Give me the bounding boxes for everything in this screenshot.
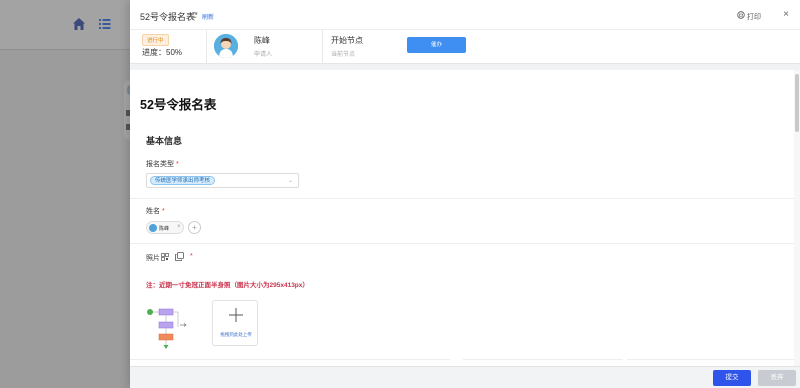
drawer-footer: 提交 丢弃	[130, 366, 800, 388]
add-person-button[interactable]: +	[188, 221, 201, 234]
flowchart-thumbnail-image	[147, 308, 187, 349]
home-icon	[73, 18, 85, 30]
chevron-down-icon: ⌄	[288, 178, 294, 184]
required-mark: *	[190, 253, 193, 260]
divider	[322, 30, 323, 64]
avatar	[214, 34, 238, 58]
person-avatar-icon	[214, 34, 238, 58]
selected-person-tag: 陈峰 ×	[146, 221, 184, 234]
photo-upload-dropzone[interactable]: 拖拽到此处上传	[212, 300, 258, 346]
name-field-label: 姓名 *	[146, 206, 165, 216]
form-drawer: 52号令报名表 刷新 打印 × 进行中 进度：50% 陈峰 申请人 开始节点 当…	[130, 0, 800, 388]
copy-icon[interactable]	[175, 252, 184, 261]
upload-hint: 拖拽到此处上传	[220, 332, 252, 337]
divider	[206, 30, 207, 64]
applicant-name: 陈峰	[254, 36, 270, 45]
field-divider	[130, 198, 794, 199]
submit-button[interactable]: 提交	[713, 370, 751, 386]
person-tag-name: 陈峰	[159, 226, 170, 232]
required-mark: *	[176, 161, 179, 168]
qr-code-icon[interactable]	[161, 253, 169, 261]
required-mark: *	[162, 208, 165, 215]
applicant-label: 申请人	[254, 52, 273, 58]
plus-icon	[229, 308, 243, 322]
field-divider	[130, 243, 794, 244]
status-badge: 进行中	[142, 34, 169, 46]
name-label-text: 姓名	[146, 208, 160, 215]
section-title-basic-info: 基本信息	[146, 136, 183, 146]
print-button[interactable]: 打印	[747, 12, 761, 22]
form-title: 52号令报名表	[140, 98, 217, 112]
close-icon[interactable]: ×	[780, 9, 792, 21]
progress-text: 进度：50%	[142, 48, 183, 57]
print-icon[interactable]	[737, 11, 745, 19]
current-node-name: 开始节点	[331, 36, 363, 45]
field-divider	[627, 359, 794, 360]
photo-field-label: 照片	[146, 255, 160, 262]
type-field-label: 报名类型 *	[146, 159, 179, 169]
urge-button[interactable]: 催办	[407, 37, 466, 53]
field-divider	[463, 359, 623, 360]
refresh-icon[interactable]	[190, 11, 198, 19]
drawer-title: 52号令报名表	[140, 12, 196, 22]
type-select[interactable]: 传统医学师承出师考核 ⌄	[146, 173, 299, 188]
field-divider	[130, 359, 450, 360]
drawer-header: 52号令报名表 刷新 打印 ×	[130, 0, 800, 30]
discard-button[interactable]: 丢弃	[758, 370, 796, 386]
remove-person-icon[interactable]: ×	[177, 224, 181, 230]
scrollbar-thumb[interactable]	[795, 74, 799, 132]
process-info-bar: 进行中 进度：50% 陈峰 申请人 开始节点 当前节点 催办	[130, 30, 800, 64]
person-avatar-icon	[149, 224, 157, 232]
list-icon	[99, 19, 111, 29]
photo-note: 注：近期一寸免冠正面半身照（图片大小为295x413px）	[146, 282, 309, 289]
current-node-label: 当前节点	[331, 52, 356, 58]
form-body[interactable]: 52号令报名表 基本信息 报名类型 * 传统医学师承出师考核 ⌄ 姓名 * 陈峰 ×…	[130, 70, 800, 366]
type-label-text: 报名类型	[146, 161, 174, 168]
selected-type-tag: 传统医学师承出师考核	[150, 176, 216, 185]
refresh-link[interactable]: 刷新	[202, 12, 214, 21]
